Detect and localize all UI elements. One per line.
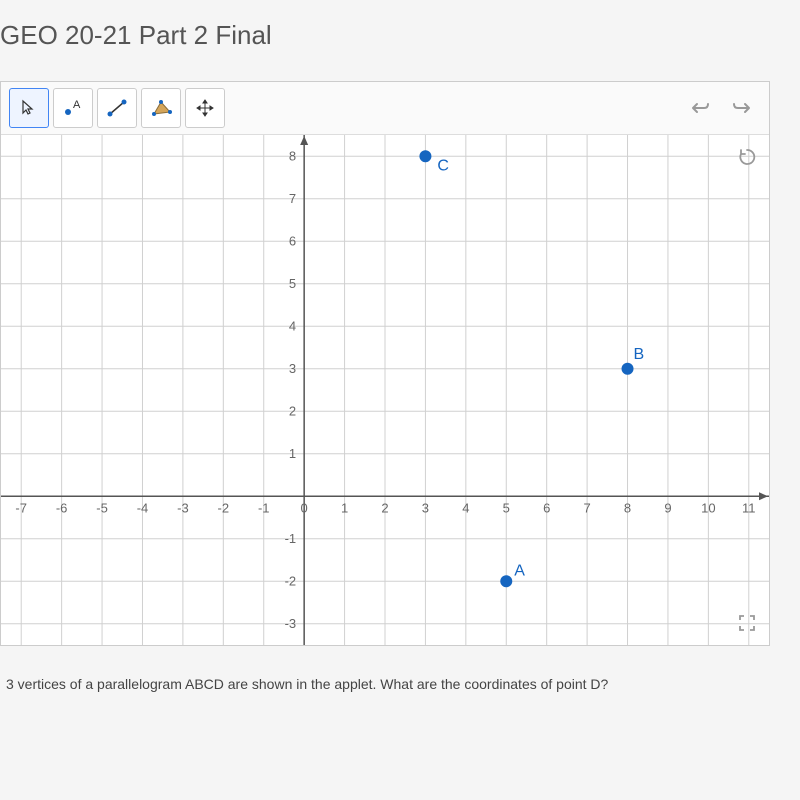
tool-point[interactable]: A [53, 88, 93, 128]
svg-text:1: 1 [341, 500, 348, 515]
svg-text:1: 1 [289, 446, 296, 461]
svg-text:5: 5 [503, 500, 510, 515]
svg-text:A: A [73, 99, 81, 111]
undo-button[interactable] [681, 89, 719, 127]
svg-text:11: 11 [742, 500, 756, 515]
svg-text:7: 7 [583, 500, 590, 515]
tool-move[interactable] [185, 88, 225, 128]
svg-text:-6: -6 [56, 500, 68, 515]
point-B[interactable] [622, 363, 634, 375]
point-label-A: A [514, 562, 525, 579]
point-label-C: C [437, 157, 449, 174]
svg-text:9: 9 [664, 500, 671, 515]
tool-segment[interactable] [97, 88, 137, 128]
svg-text:-1: -1 [285, 531, 297, 546]
svg-text:-7: -7 [15, 500, 27, 515]
svg-text:8: 8 [624, 500, 631, 515]
svg-text:-5: -5 [96, 500, 108, 515]
svg-text:10: 10 [701, 500, 715, 515]
chart-canvas[interactable]: -7 -6 -5 -4 -3 -2 -1 0 1 2 3 4 5 6 7 8 9 10 11 -3 -2 -1 1 2 3 4 5 6… [1, 135, 769, 645]
svg-text:6: 6 [543, 500, 550, 515]
redo-button[interactable] [723, 89, 761, 127]
question-text: 3 vertices of a parallelogram ABCD are s… [0, 646, 800, 692]
svg-text:5: 5 [289, 276, 296, 291]
svg-text:4: 4 [462, 500, 469, 515]
geogebra-applet: A -7 -6 -5 -4 -3 -2 -1 0 1 2 3 4 5 6 7 8 9 10 11 -3 -2 -1 1 2 3 4… [0, 81, 770, 646]
page-title: GEO 20-21 Part 2 Final [0, 20, 800, 81]
svg-text:2: 2 [289, 403, 296, 418]
tool-polygon[interactable] [141, 88, 181, 128]
tool-cursor[interactable] [9, 88, 49, 128]
svg-text:-4: -4 [137, 500, 149, 515]
svg-text:7: 7 [289, 191, 296, 206]
svg-text:8: 8 [289, 148, 296, 163]
toolbar: A [1, 82, 769, 135]
coordinate-plane[interactable]: -7 -6 -5 -4 -3 -2 -1 0 1 2 3 4 5 6 7 8 9 10 11 -3 -2 -1 1 2 3 4 5 6… [1, 135, 769, 645]
svg-text:3: 3 [422, 500, 429, 515]
svg-text:-1: -1 [258, 500, 270, 515]
svg-text:-2: -2 [285, 573, 297, 588]
point-C[interactable] [419, 150, 431, 162]
svg-text:4: 4 [289, 318, 296, 333]
svg-text:-2: -2 [218, 500, 230, 515]
point-label-B: B [634, 346, 645, 363]
svg-text:-3: -3 [177, 500, 189, 515]
svg-text:3: 3 [289, 361, 296, 376]
point-A[interactable] [500, 575, 512, 587]
svg-text:2: 2 [381, 500, 388, 515]
refresh-button[interactable] [733, 143, 761, 171]
svg-text:0: 0 [301, 500, 308, 515]
svg-text:6: 6 [289, 233, 296, 248]
svg-text:-3: -3 [285, 616, 297, 631]
fullscreen-button[interactable] [733, 609, 761, 637]
